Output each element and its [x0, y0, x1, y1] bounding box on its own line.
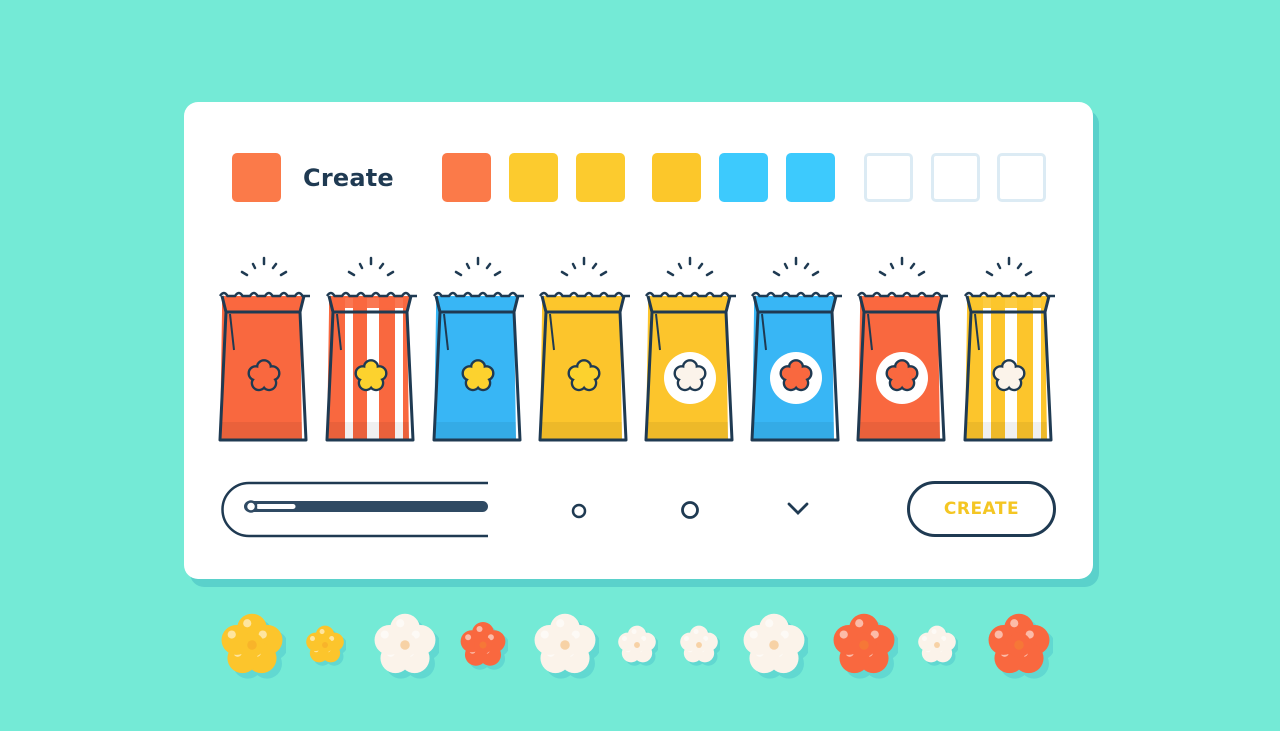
color-swatch-yellow[interactable] [509, 153, 558, 202]
color-swatch-yellow[interactable] [652, 153, 701, 202]
color-swatch-blue[interactable] [719, 153, 768, 202]
popcorn-bag-yellow-badge[interactable] [642, 250, 738, 446]
slider-track-frame [221, 481, 488, 538]
popcorn-kernel [985, 611, 1055, 683]
popcorn-kernel [531, 611, 601, 683]
color-swatch-orange[interactable] [442, 153, 491, 202]
option-2-radio[interactable] [679, 499, 701, 521]
slider-handle[interactable] [244, 500, 258, 513]
popcorn-kernel [740, 611, 810, 683]
color-swatch-blue[interactable] [786, 153, 835, 202]
slider-fill [256, 504, 296, 509]
popcorn-kernel [304, 624, 348, 670]
color-swatch-empty[interactable] [864, 153, 913, 202]
logo-swatch [232, 153, 281, 202]
popcorn-kernel [678, 624, 722, 670]
color-swatch-yellow[interactable] [576, 153, 625, 202]
popcorn-bag-blue-badge[interactable] [748, 250, 844, 446]
chevron-down-icon[interactable] [786, 500, 810, 518]
popcorn-bag-orange-badge[interactable] [854, 250, 950, 446]
create-button[interactable]: CREATE [907, 481, 1056, 537]
popcorn-bag-yellow-solid[interactable] [536, 250, 632, 446]
popcorn-kernel [916, 624, 960, 670]
popcorn-bag-blue-solid[interactable] [430, 250, 526, 446]
popcorn-kernel [458, 620, 510, 674]
popcorn-kernel [218, 611, 288, 683]
color-swatch-empty[interactable] [931, 153, 980, 202]
popcorn-kernel [830, 611, 900, 683]
popcorn-bag-orange-solid[interactable] [216, 250, 312, 446]
color-swatch-empty[interactable] [997, 153, 1046, 202]
popcorn-bag-orange-striped[interactable] [323, 250, 419, 446]
popcorn-kernel [616, 624, 660, 670]
page-title: Create [303, 164, 394, 192]
option-1-radio[interactable] [570, 502, 588, 520]
popcorn-bag-yellow-striped[interactable] [961, 250, 1057, 446]
popcorn-kernel [371, 611, 441, 683]
